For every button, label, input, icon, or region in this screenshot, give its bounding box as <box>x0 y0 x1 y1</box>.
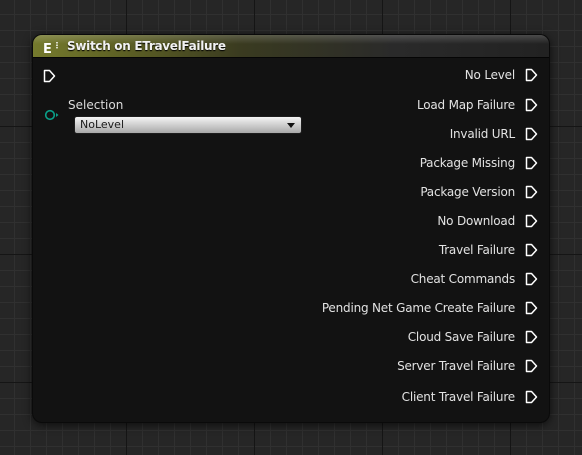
exec-pin-icon <box>525 127 538 141</box>
exec-output-pin[interactable]: Load Map Failure <box>293 96 538 114</box>
data-pin-icon <box>44 109 59 121</box>
selection-input-pin[interactable] <box>44 108 60 122</box>
exec-output-pin[interactable]: Package Missing <box>293 154 538 172</box>
exec-pin-icon <box>525 214 538 228</box>
exec-output-label: Invalid URL <box>449 127 516 141</box>
switch-node[interactable]: E⋮ Switch on ETravelFailure Selection No… <box>33 35 549 422</box>
exec-output-pin[interactable]: Cheat Commands <box>293 270 538 288</box>
exec-pin-icon <box>525 359 538 373</box>
exec-output-label: Client Travel Failure <box>401 390 516 404</box>
enum-icon: E⋮ <box>43 37 61 58</box>
exec-output-label: Load Map Failure <box>416 98 515 112</box>
enum-icon-glyph: E <box>43 42 52 57</box>
exec-pin-icon <box>525 301 538 315</box>
dropdown-value: NoLevel <box>80 118 124 131</box>
enum-icon-dots: ⋮ <box>52 41 61 50</box>
exec-output-pin[interactable]: Travel Failure <box>293 241 538 259</box>
exec-pin-icon <box>525 243 538 257</box>
exec-output-pin[interactable]: Pending Net Game Create Failure <box>293 299 538 317</box>
exec-output-label: Cheat Commands <box>410 272 516 286</box>
exec-pin-icon <box>525 272 538 286</box>
exec-output-pin[interactable]: Client Travel Failure <box>293 388 538 406</box>
exec-output-label: Server Travel Failure <box>397 359 515 373</box>
exec-output-pin[interactable]: Cloud Save Failure <box>293 328 538 346</box>
exec-input-pin[interactable] <box>43 69 56 83</box>
node-header[interactable]: E⋮ Switch on ETravelFailure <box>33 35 549 58</box>
node-title: Switch on ETravelFailure <box>67 39 226 53</box>
exec-output-pin[interactable]: No Download <box>293 212 538 230</box>
exec-output-label: Package Missing <box>419 156 516 170</box>
exec-output-label: No Level <box>464 68 515 82</box>
exec-output-label: Travel Failure <box>438 243 515 257</box>
exec-output-pin[interactable]: No Level <box>293 66 538 84</box>
exec-pin-icon <box>525 156 538 170</box>
exec-pin-icon <box>43 69 56 83</box>
exec-pin-icon <box>525 98 538 112</box>
selection-label: Selection <box>68 98 124 112</box>
exec-pin-icon <box>525 185 538 199</box>
exec-pin-icon <box>525 68 538 82</box>
exec-output-pin[interactable]: Server Travel Failure <box>293 357 538 375</box>
exec-pin-icon <box>525 330 538 344</box>
exec-output-pin[interactable]: Invalid URL <box>293 125 538 143</box>
exec-output-label: Package Version <box>420 185 515 199</box>
exec-output-label: Cloud Save Failure <box>407 330 515 344</box>
selection-dropdown[interactable]: NoLevel <box>74 116 302 134</box>
exec-output-label: Pending Net Game Create Failure <box>321 301 515 315</box>
exec-output-label: No Download <box>437 214 515 228</box>
exec-output-pin[interactable]: Package Version <box>293 183 538 201</box>
exec-pin-icon <box>525 390 538 404</box>
